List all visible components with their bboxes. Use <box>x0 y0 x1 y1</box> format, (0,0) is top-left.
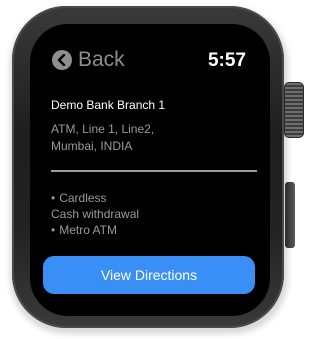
address-line-1: ATM, Line 1, Line2, <box>51 122 155 136</box>
view-directions-button[interactable]: View Directions <box>43 256 255 294</box>
back-button[interactable]: Back <box>52 48 125 72</box>
branch-address: ATM, Line 1, Line2, Mumbai, INDIA <box>51 121 241 155</box>
address-line-2: Mumbai, INDIA <box>51 139 133 153</box>
watch-screen: Back 5:57 Demo Bank Branch 1 ATM, Line 1… <box>30 24 270 316</box>
divider <box>51 170 257 172</box>
chevron-left-circle-icon <box>52 50 72 70</box>
feature-item: • Metro ATM <box>51 222 241 238</box>
feature-text: Cardless <box>59 191 107 205</box>
feature-item: • Cardless Cash withdrawal <box>51 190 241 222</box>
side-button[interactable] <box>285 182 295 248</box>
bullet-icon: • <box>51 191 56 205</box>
branch-name: Demo Bank Branch 1 <box>51 98 166 112</box>
feature-list: • Cardless Cash withdrawal • Metro ATM <box>51 190 241 238</box>
feature-text: Metro ATM <box>59 223 117 237</box>
back-label: Back <box>78 48 125 71</box>
digital-crown[interactable] <box>284 82 304 138</box>
bullet-icon: • <box>51 223 56 237</box>
feature-text-continued: Cash withdrawal <box>51 207 140 221</box>
clock-time: 5:57 <box>207 50 246 71</box>
